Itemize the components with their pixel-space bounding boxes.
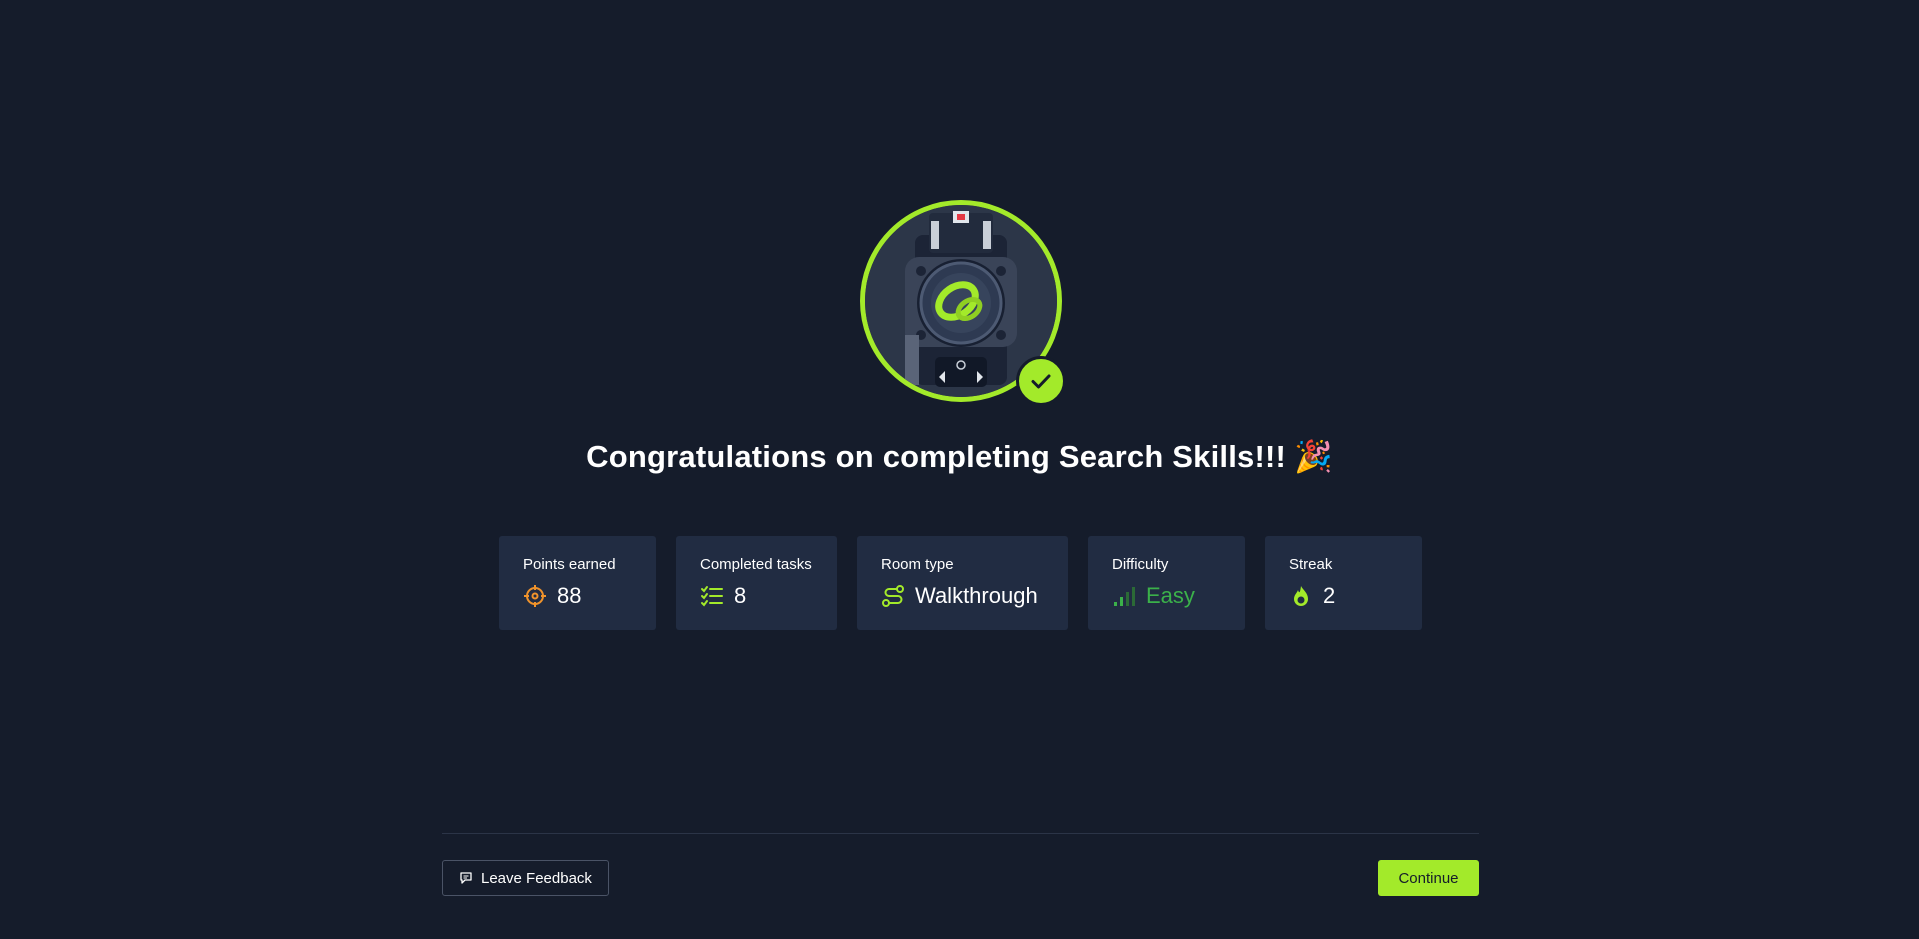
stat-label: Difficulty	[1112, 556, 1169, 573]
stat-card-streak: Streak 2	[1265, 536, 1422, 630]
stat-label: Completed tasks	[700, 556, 812, 573]
checkmark-icon	[1016, 356, 1066, 406]
continue-button[interactable]: Continue	[1378, 860, 1479, 896]
route-icon	[881, 584, 905, 608]
party-popper-icon: 🎉	[1294, 439, 1333, 474]
stat-label: Streak	[1289, 556, 1333, 573]
stat-value: 8	[734, 583, 747, 608]
stat-card-room-type: Room type Walkthrough	[857, 536, 1068, 630]
footer-divider	[442, 833, 1479, 834]
completion-heading: Congratulations on completing Search Ski…	[0, 438, 1919, 475]
signal-bars-icon	[1112, 584, 1136, 608]
leave-feedback-button[interactable]: Leave Feedback	[442, 860, 609, 896]
leave-feedback-label: Leave Feedback	[481, 869, 592, 887]
completion-heading-text: Congratulations on completing Search Ski…	[586, 439, 1287, 474]
stat-value: 88	[557, 583, 582, 608]
room-complete-page: Congratulations on completing Search Ski…	[0, 0, 1919, 939]
stat-label: Room type	[881, 556, 954, 573]
stat-card-completed-tasks: Completed tasks 8	[676, 536, 837, 630]
stat-value: 2	[1323, 583, 1336, 608]
stat-value: Walkthrough	[915, 583, 1038, 608]
stat-card-points: Points earned 88	[499, 536, 656, 630]
stat-value: Easy	[1146, 583, 1195, 608]
room-badge	[860, 200, 1066, 406]
stat-label: Points earned	[523, 556, 616, 573]
comment-icon	[459, 871, 473, 885]
checklist-icon	[700, 584, 724, 608]
stats-row: Points earned 88 Completed tasks 8 Room …	[499, 536, 1422, 630]
flame-icon	[1289, 584, 1313, 608]
stat-card-difficulty: Difficulty Easy	[1088, 536, 1245, 630]
crosshair-icon	[523, 584, 547, 608]
